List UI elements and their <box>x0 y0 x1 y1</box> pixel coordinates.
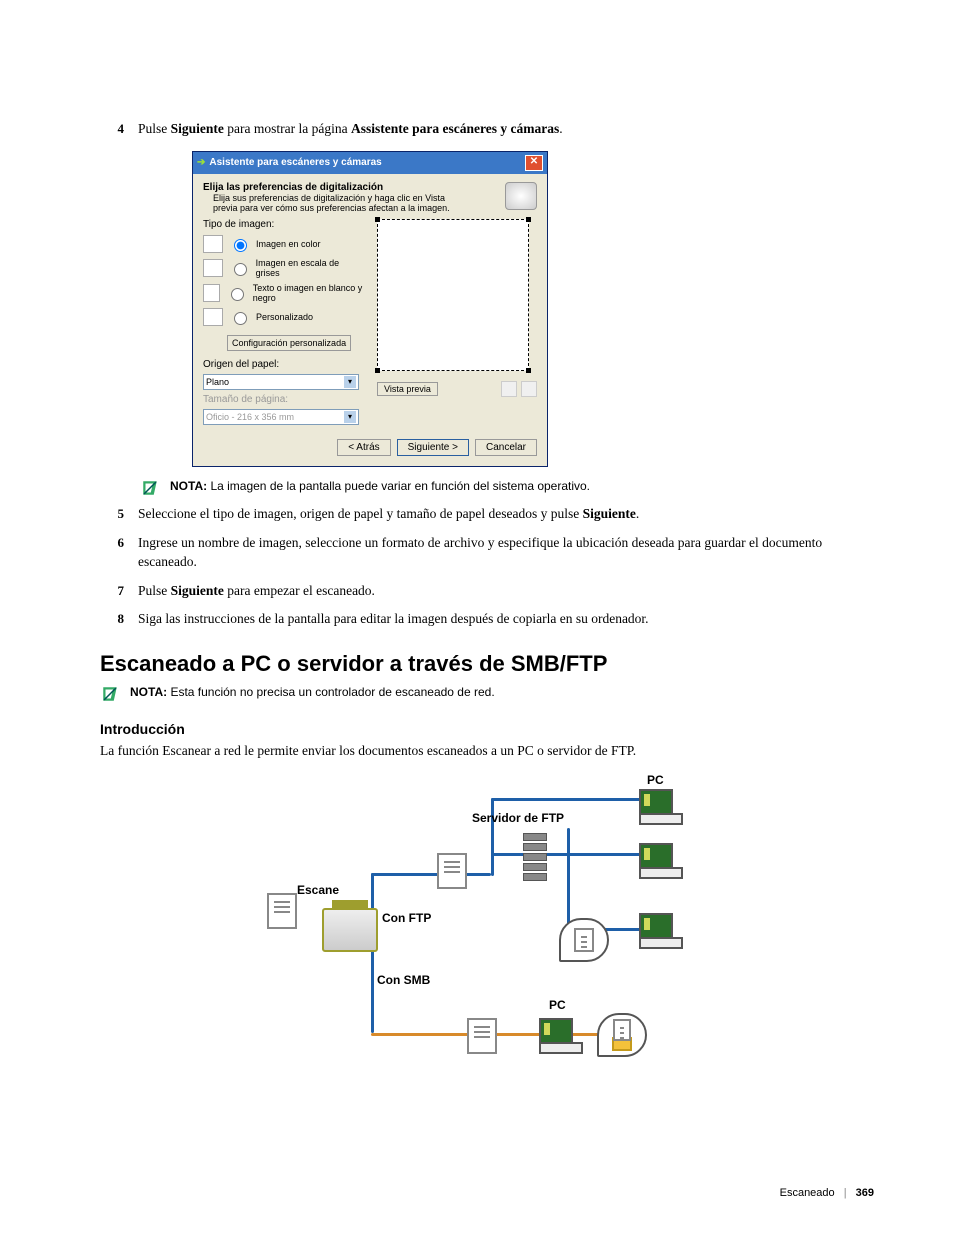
size-label: Tamaño de página: <box>203 394 363 405</box>
wizard-heading: Elija las preferencias de digitalización <box>203 182 383 193</box>
radio-bw[interactable]: Texto o imagen en blanco y negro <box>203 283 363 303</box>
step-body: Pulse Siguiente para mostrar la página A… <box>124 120 874 139</box>
pc-bottom-label: PC <box>549 998 566 1012</box>
note-label: NOTA: <box>130 685 167 699</box>
note-1: NOTA: La imagen de la pantalla puede var… <box>140 479 874 497</box>
radio-color-input[interactable] <box>234 239 247 252</box>
conftp-label: Con FTP <box>382 911 431 925</box>
chevron-down-icon: ▾ <box>344 411 356 423</box>
doc-bubble-icon <box>559 918 609 962</box>
radio-bw-input[interactable] <box>231 288 244 301</box>
note-label: NOTA: <box>170 479 207 493</box>
back-button[interactable]: < Atrás <box>337 439 390 456</box>
ftp-label: Servidor de FTP <box>472 811 564 825</box>
radio-gray-input[interactable] <box>234 263 247 276</box>
preview-button[interactable]: Vista previa <box>377 382 438 396</box>
footer-section: Escaneado <box>780 1187 835 1199</box>
folder-bubble-icon <box>597 1013 647 1057</box>
mfp-icon <box>322 908 378 952</box>
wizard-icon: ➔ <box>197 157 205 168</box>
document-icon <box>267 893 297 929</box>
document-icon <box>613 1019 631 1041</box>
type-label: Tipo de imagen: <box>203 219 363 230</box>
note-text: La imagen de la pantalla puede variar en… <box>207 479 590 493</box>
step-number: 6 <box>100 534 124 572</box>
note-icon <box>100 685 120 703</box>
document-icon <box>437 853 467 889</box>
radio-custom-input[interactable] <box>234 312 247 325</box>
close-icon[interactable]: ✕ <box>525 155 543 171</box>
wizard-heading-block: Elija las preferencias de digitalización… <box>203 182 463 213</box>
step-4: 4 Pulse Siguiente para mostrar la página… <box>100 120 874 139</box>
step-number: 4 <box>100 120 124 139</box>
expand-icon[interactable] <box>521 381 537 397</box>
radio-custom-label: Personalizado <box>256 312 313 322</box>
radio-gray-label: Imagen en escala de grises <box>256 258 363 278</box>
custom-config-button[interactable]: Configuración personalizada <box>227 335 351 351</box>
footer-separator: | <box>844 1187 847 1199</box>
step-number: 7 <box>100 582 124 601</box>
wizard-subheading: Elija sus preferencias de digitalización… <box>203 193 463 213</box>
zoom-icon[interactable] <box>501 381 517 397</box>
step-body: Ingrese un nombre de imagen, seleccione … <box>124 534 874 572</box>
note-icon <box>140 479 160 497</box>
pc-top-label: PC <box>647 773 664 787</box>
step-7: 7 Pulse Siguiente para empezar el escane… <box>100 582 874 601</box>
radio-color-label: Imagen en color <box>256 239 321 249</box>
size-value: Oficio - 216 x 356 mm <box>206 412 294 422</box>
server-icon <box>523 833 547 881</box>
cancel-button[interactable]: Cancelar <box>475 439 537 456</box>
step-8: 8 Siga las instrucciones de la pantalla … <box>100 610 874 629</box>
origin-value: Plano <box>206 377 229 387</box>
radio-gray[interactable]: Imagen en escala de grises <box>203 258 363 278</box>
radio-custom[interactable]: Personalizado <box>203 308 363 326</box>
pc-icon <box>639 789 683 825</box>
document-icon <box>467 1018 497 1054</box>
radio-bw-label: Texto o imagen en blanco y negro <box>253 283 363 303</box>
chevron-down-icon: ▾ <box>344 376 356 388</box>
page-footer: Escaneado | 369 <box>780 1187 874 1199</box>
color-image-icon <box>203 235 223 253</box>
bw-image-icon <box>203 284 220 302</box>
pc-icon <box>639 913 683 949</box>
custom-image-icon <box>203 308 223 326</box>
titlebar: ➔ Asistente para escáneres y cámaras ✕ <box>193 152 547 174</box>
gray-image-icon <box>203 259 223 277</box>
size-dropdown: Oficio - 216 x 356 mm ▾ <box>203 409 359 425</box>
step-number: 8 <box>100 610 124 629</box>
page-number: 369 <box>856 1187 874 1199</box>
step-5: 5 Seleccione el tipo de imagen, origen d… <box>100 505 874 524</box>
note-2: NOTA: Esta función no precisa un control… <box>100 685 874 703</box>
consmb-label: Con SMB <box>377 973 430 987</box>
section-title: Escaneado a PC o servidor a través de SM… <box>100 651 874 677</box>
step-6: 6 Ingrese un nombre de imagen, seleccion… <box>100 534 874 572</box>
radio-color[interactable]: Imagen en color <box>203 235 363 253</box>
step-number: 5 <box>100 505 124 524</box>
origin-label: Origen del papel: <box>203 359 363 370</box>
preview-area <box>377 219 529 371</box>
window-title: Asistente para escáneres y cámaras <box>209 157 381 168</box>
document-icon <box>574 928 594 952</box>
intro-body: La función Escanear a red le permite env… <box>100 743 874 759</box>
scanner-icon <box>505 182 537 210</box>
note-text: Esta función no precisa un controlador d… <box>167 685 495 699</box>
pc-icon <box>639 843 683 879</box>
intro-heading: Introducción <box>100 721 874 737</box>
network-diagram: Escane Con FTP Con SMB Servidor de FTP P… <box>267 773 707 1093</box>
step-body: Siga las instrucciones de la pantalla pa… <box>124 610 874 629</box>
escane-label: Escane <box>297 883 339 897</box>
origin-dropdown[interactable]: Plano ▾ <box>203 374 359 390</box>
next-button[interactable]: Siguiente > <box>397 439 469 456</box>
pc-icon <box>539 1018 583 1054</box>
wizard-window: ➔ Asistente para escáneres y cámaras ✕ E… <box>192 151 548 467</box>
